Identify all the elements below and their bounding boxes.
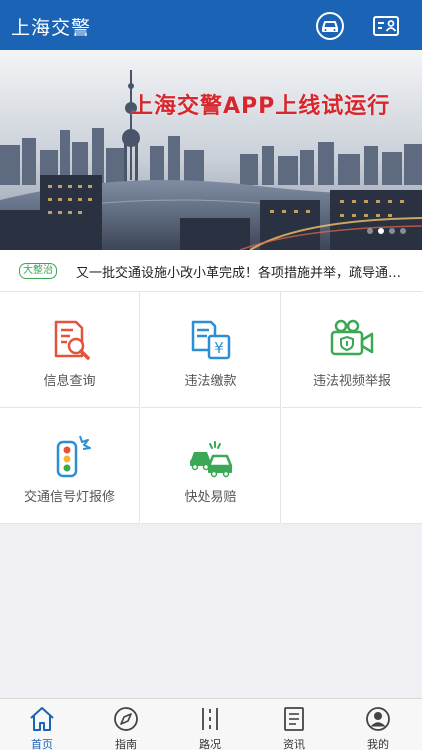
compass-icon xyxy=(114,707,138,731)
notice-text[interactable]: 又一批交通设施小改小革完成！各项措施并举，疏导通行... xyxy=(76,262,410,281)
top-bar: 上海交警 xyxy=(0,0,422,50)
carousel-dot-active[interactable] xyxy=(378,228,384,234)
video-report-icon xyxy=(330,319,374,356)
notice-tag: 大整治 xyxy=(19,263,57,279)
payment-icon: ¥ xyxy=(191,320,230,360)
tab-guide[interactable]: 指南 xyxy=(84,699,168,750)
carousel-dot[interactable] xyxy=(400,228,406,234)
tab-news[interactable]: 资讯 xyxy=(252,699,336,750)
service-grid: 信息查询 ¥ 违法缴款 违法视频举报 交通信号灯报修 快处易赔 xyxy=(0,292,422,524)
bottom-tab-bar: 首页 指南 路况 资讯 我的 xyxy=(0,698,422,750)
id-card-button[interactable] xyxy=(370,10,402,42)
service-quick-claim[interactable]: 快处易赔 xyxy=(141,408,281,524)
user-icon xyxy=(366,707,390,731)
news-icon xyxy=(284,707,304,731)
road-icon xyxy=(202,708,218,730)
tab-traffic[interactable]: 路况 xyxy=(168,699,252,750)
service-empty-slot xyxy=(282,408,422,524)
tab-label: 指南 xyxy=(115,738,137,750)
tab-profile[interactable]: 我的 xyxy=(336,699,420,750)
carousel-dot[interactable] xyxy=(389,228,395,234)
tab-label: 我的 xyxy=(367,738,389,750)
car-icon xyxy=(316,12,344,40)
tab-home[interactable]: 首页 xyxy=(0,699,84,750)
service-label: 违法视频举报 xyxy=(312,374,391,389)
service-fine-payment[interactable]: ¥ 违法缴款 xyxy=(141,292,281,408)
service-info-query[interactable]: 信息查询 xyxy=(0,292,140,408)
banner-headline: 上海交警APP上线试运行 xyxy=(131,94,391,119)
traffic-light-icon xyxy=(56,435,91,478)
id-card-icon xyxy=(373,16,399,36)
service-video-report[interactable]: 违法视频举报 xyxy=(282,292,422,408)
city-skyline-image xyxy=(0,50,422,250)
banner-carousel[interactable]: 上海交警APP上线试运行 xyxy=(0,50,422,250)
carousel-dots xyxy=(367,228,406,234)
tab-label: 路况 xyxy=(199,738,221,750)
news-ticker[interactable]: 大整治 又一批交通设施小改小革完成！各项措施并举，疏导通行... xyxy=(0,250,422,292)
service-signal-repair[interactable]: 交通信号灯报修 xyxy=(0,408,140,524)
car-button[interactable] xyxy=(314,10,346,42)
app-title: 上海交警 xyxy=(11,17,92,39)
car-accident-icon xyxy=(189,441,232,478)
svg-text:¥: ¥ xyxy=(214,339,224,357)
home-icon xyxy=(30,707,54,731)
document-search-icon xyxy=(54,320,90,360)
service-label: 信息查询 xyxy=(43,374,96,389)
service-label: 交通信号灯报修 xyxy=(23,490,115,505)
tab-label: 资讯 xyxy=(283,738,305,750)
service-label: 违法缴款 xyxy=(184,374,237,389)
service-label: 快处易赔 xyxy=(184,490,237,505)
carousel-dot[interactable] xyxy=(367,228,373,234)
tab-label: 首页 xyxy=(31,738,53,750)
